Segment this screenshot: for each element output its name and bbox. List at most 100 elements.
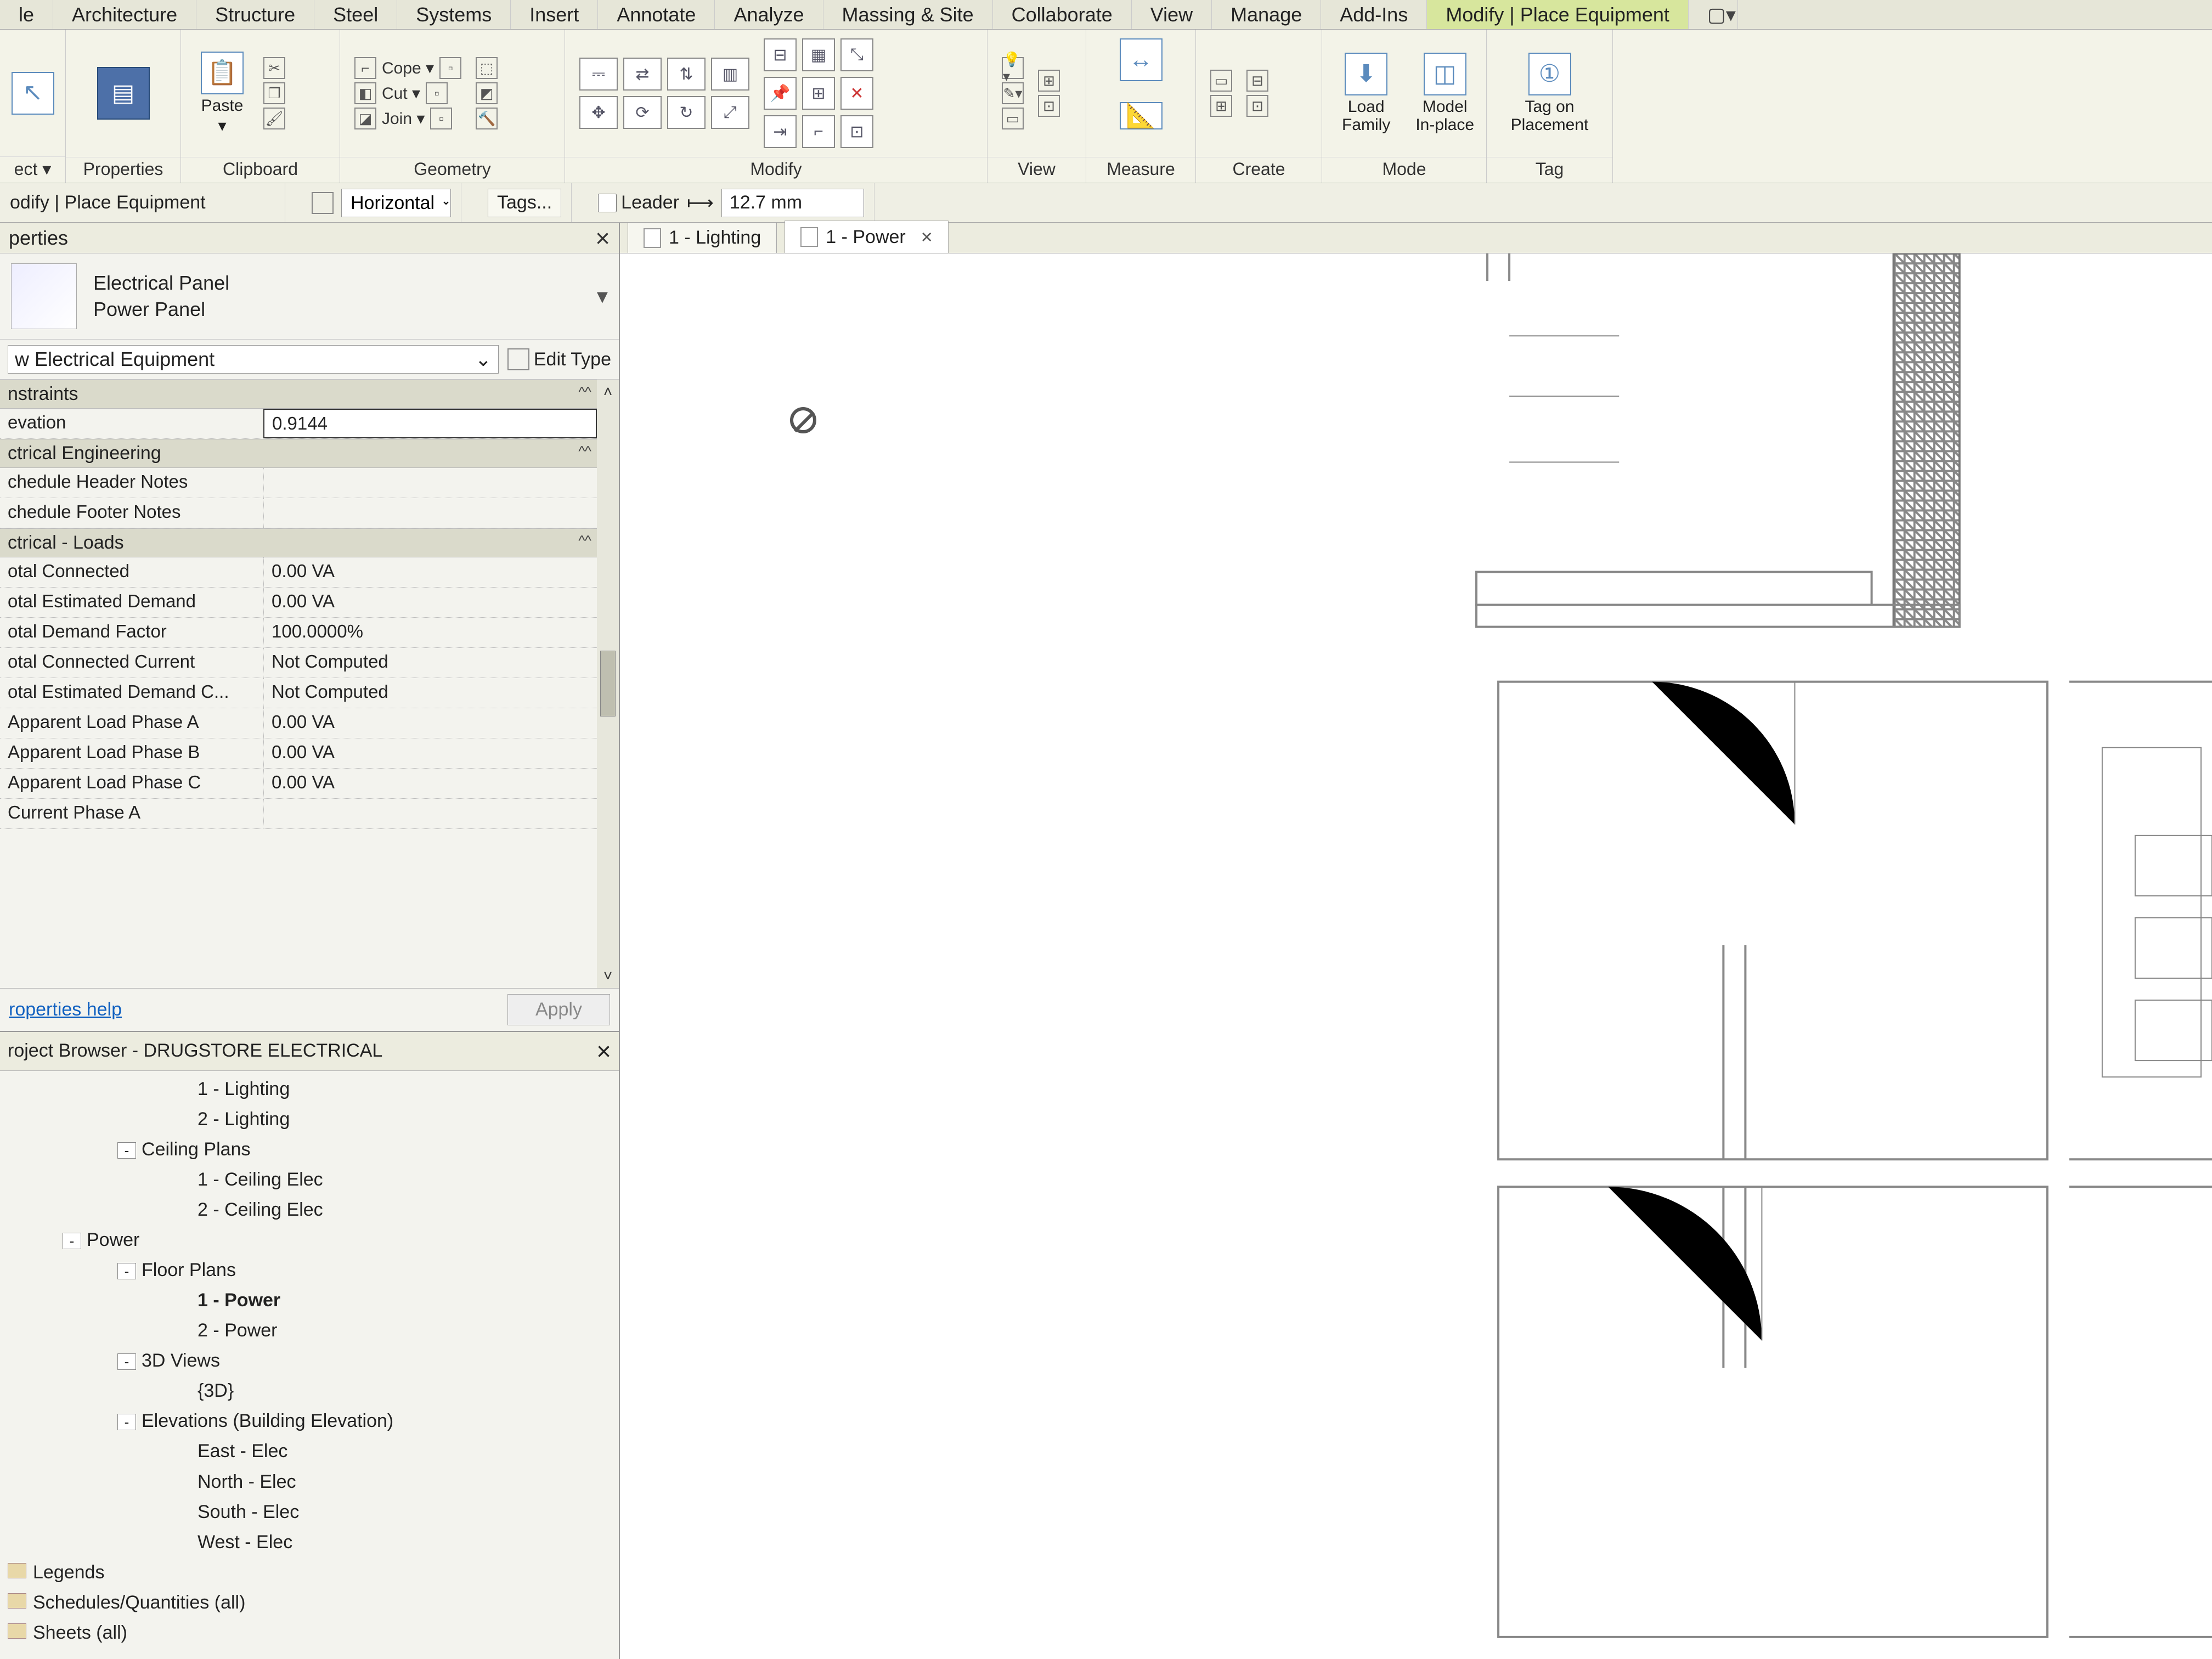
project-browser-tree[interactable]: 1 - Lighting2 - Lighting-Ceiling Plans1 … (0, 1071, 619, 1659)
property-row[interactable]: otal Connected0.00 VA (0, 557, 597, 588)
drawing-canvas[interactable] (620, 253, 2212, 1659)
tree-node[interactable]: 2 - Power (8, 1316, 611, 1346)
tag-on-placement-button[interactable]: ①Tag on Placement (1505, 49, 1594, 137)
view-tab-lighting[interactable]: 1 - Lighting (628, 222, 777, 253)
corner-icon[interactable]: ⌐ (802, 115, 835, 148)
ribbon-collapse-icon[interactable]: ▢▾ (1689, 0, 1738, 29)
scroll-down-icon[interactable]: ˅ (603, 967, 612, 985)
view-icon-5[interactable]: ⊡ (1038, 95, 1060, 117)
project-browser-close-icon[interactable]: × (596, 1036, 611, 1066)
match-type-button[interactable]: 🖌 (263, 108, 285, 129)
property-row[interactable]: Apparent Load Phase A0.00 VA (0, 708, 597, 738)
dimension-button[interactable]: 📐 (1114, 99, 1168, 133)
property-group-header[interactable]: nstraints^ ^ (0, 380, 597, 409)
tree-node[interactable]: -Floor Plans (8, 1255, 611, 1285)
move-icon[interactable]: ✥ (579, 96, 618, 129)
property-row[interactable]: Apparent Load Phase C0.00 VA (0, 769, 597, 799)
tab-massing-site[interactable]: Massing & Site (823, 0, 993, 29)
geom-icon-3[interactable]: 🔨 (476, 108, 498, 129)
view-tab-power[interactable]: 1 - Power × (785, 221, 949, 253)
view-icon-2[interactable]: ✎▾ (1002, 82, 1024, 104)
properties-scrollbar[interactable]: ˄ ˅ (597, 380, 619, 988)
tree-node[interactable]: 1 - Ceiling Elec (8, 1165, 611, 1195)
create-icon-3[interactable]: ⊟ (1246, 70, 1268, 92)
view-icon-4[interactable]: ⊞ (1038, 70, 1060, 92)
property-row[interactable]: Apparent Load Phase B0.00 VA (0, 738, 597, 769)
view-icon-1[interactable]: 💡▾ (1002, 57, 1024, 79)
tree-node[interactable]: East - Elec (8, 1436, 611, 1466)
cope-button[interactable]: ⌐Cope ▾▫ (354, 57, 461, 79)
tab-addins[interactable]: Add-Ins (1321, 0, 1427, 29)
tab-annotate[interactable]: Annotate (598, 0, 715, 29)
property-row[interactable]: chedule Header Notes (0, 468, 597, 498)
mirror-draw-icon[interactable]: ▥ (711, 58, 749, 91)
tree-node[interactable]: 2 - Lighting (8, 1104, 611, 1135)
create-icon-4[interactable]: ⊡ (1246, 95, 1268, 117)
tree-node[interactable]: South - Elec (8, 1497, 611, 1527)
property-row[interactable]: otal Estimated Demand0.00 VA (0, 588, 597, 618)
apply-button[interactable]: Apply (507, 994, 610, 1025)
tree-node[interactable]: -3D Views (8, 1346, 611, 1376)
property-row[interactable]: otal Connected CurrentNot Computed (0, 648, 597, 678)
tree-node[interactable]: North - Elec (8, 1467, 611, 1497)
leader-offset-field[interactable]: 12.7 mm (721, 189, 864, 217)
pin-icon[interactable]: 📌 (764, 77, 797, 110)
copy-small-button[interactable]: ❐ (263, 82, 285, 104)
tab-file[interactable]: le (0, 0, 53, 29)
chevron-down-icon[interactable]: ▾ (597, 284, 608, 309)
property-row[interactable]: otal Estimated Demand C...Not Computed (0, 678, 597, 708)
tree-node[interactable]: -Ceiling Plans (8, 1135, 611, 1165)
align-icon[interactable]: ⎓ (579, 58, 618, 91)
geom-icon-1[interactable]: ⬚ (476, 57, 498, 79)
tab-insert[interactable]: Insert (511, 0, 598, 29)
tab-manage[interactable]: Manage (1212, 0, 1321, 29)
tab-architecture[interactable]: Architecture (53, 0, 196, 29)
tab-steel[interactable]: Steel (314, 0, 397, 29)
tree-node[interactable]: 1 - Power (8, 1285, 611, 1316)
properties-button[interactable]: ▤ (92, 64, 155, 123)
tree-node[interactable]: {3D} (8, 1376, 611, 1406)
cut-small-button[interactable]: ✂ (263, 57, 285, 79)
leader-checkbox[interactable]: Leader (598, 192, 679, 213)
create-icon-2[interactable]: ⊞ (1210, 95, 1232, 117)
tab-structure[interactable]: Structure (196, 0, 314, 29)
properties-grid[interactable]: nstraints^ ^evation0.9144ctrical Enginee… (0, 380, 597, 988)
instance-filter-dropdown[interactable]: w Electrical Equipment ⌄ (8, 345, 499, 374)
tab-view[interactable]: View (1132, 0, 1212, 29)
tree-node[interactable]: Schedules/Quantities (all) (8, 1588, 611, 1618)
extend-icon[interactable]: ⇥ (764, 115, 797, 148)
orientation-dropdown[interactable]: Horizontal (341, 189, 451, 217)
cut-geom-button[interactable]: ◧Cut ▾▫ (354, 82, 461, 104)
paste-button[interactable]: 📋 Paste ▾ (195, 48, 249, 138)
tree-node[interactable]: 1 - Lighting (8, 1074, 611, 1104)
rotate-icon[interactable]: ↻ (667, 96, 706, 129)
copy-modify-icon[interactable]: ⟳ (623, 96, 662, 129)
split-gap-icon[interactable]: ⊡ (840, 115, 873, 148)
trim-icon[interactable]: ⤢ (711, 96, 749, 129)
tree-node[interactable]: Legends (8, 1558, 611, 1588)
property-row[interactable]: evation0.9144 (0, 409, 597, 439)
split-icon[interactable]: ⊟ (764, 38, 797, 71)
measure-button[interactable]: ↔ (1114, 35, 1168, 84)
tab-analyze[interactable]: Analyze (715, 0, 823, 29)
tab-collaborate[interactable]: Collaborate (993, 0, 1132, 29)
offset-icon[interactable]: ⇄ (623, 58, 662, 91)
tab-modify-place-equipment[interactable]: Modify | Place Equipment (1427, 0, 1689, 29)
load-family-button[interactable]: ⬇Load Family (1336, 49, 1396, 137)
property-row[interactable]: chedule Footer Notes (0, 498, 597, 528)
properties-help-link[interactable]: roperties help (9, 999, 122, 1020)
close-tab-icon[interactable]: × (921, 225, 933, 249)
tab-systems[interactable]: Systems (397, 0, 511, 29)
unpin-icon[interactable]: ⊞ (802, 77, 835, 110)
scale-icon[interactable]: ⤡ (840, 38, 873, 71)
properties-close-icon[interactable]: × (595, 223, 610, 253)
join-button[interactable]: ◪Join ▾▫ (354, 108, 461, 129)
cut-extra-icon[interactable]: ▫ (426, 82, 448, 104)
modify-cursor-button[interactable]: ↖ (6, 69, 60, 118)
tree-node[interactable]: West - Elec (8, 1527, 611, 1558)
delete-icon[interactable]: ✕ (840, 77, 873, 110)
geom-icon-2[interactable]: ◩ (476, 82, 498, 104)
tree-node[interactable]: Sheets (all) (8, 1618, 611, 1648)
tags-button[interactable]: Tags... (488, 189, 561, 217)
property-row[interactable]: Current Phase A (0, 799, 597, 829)
